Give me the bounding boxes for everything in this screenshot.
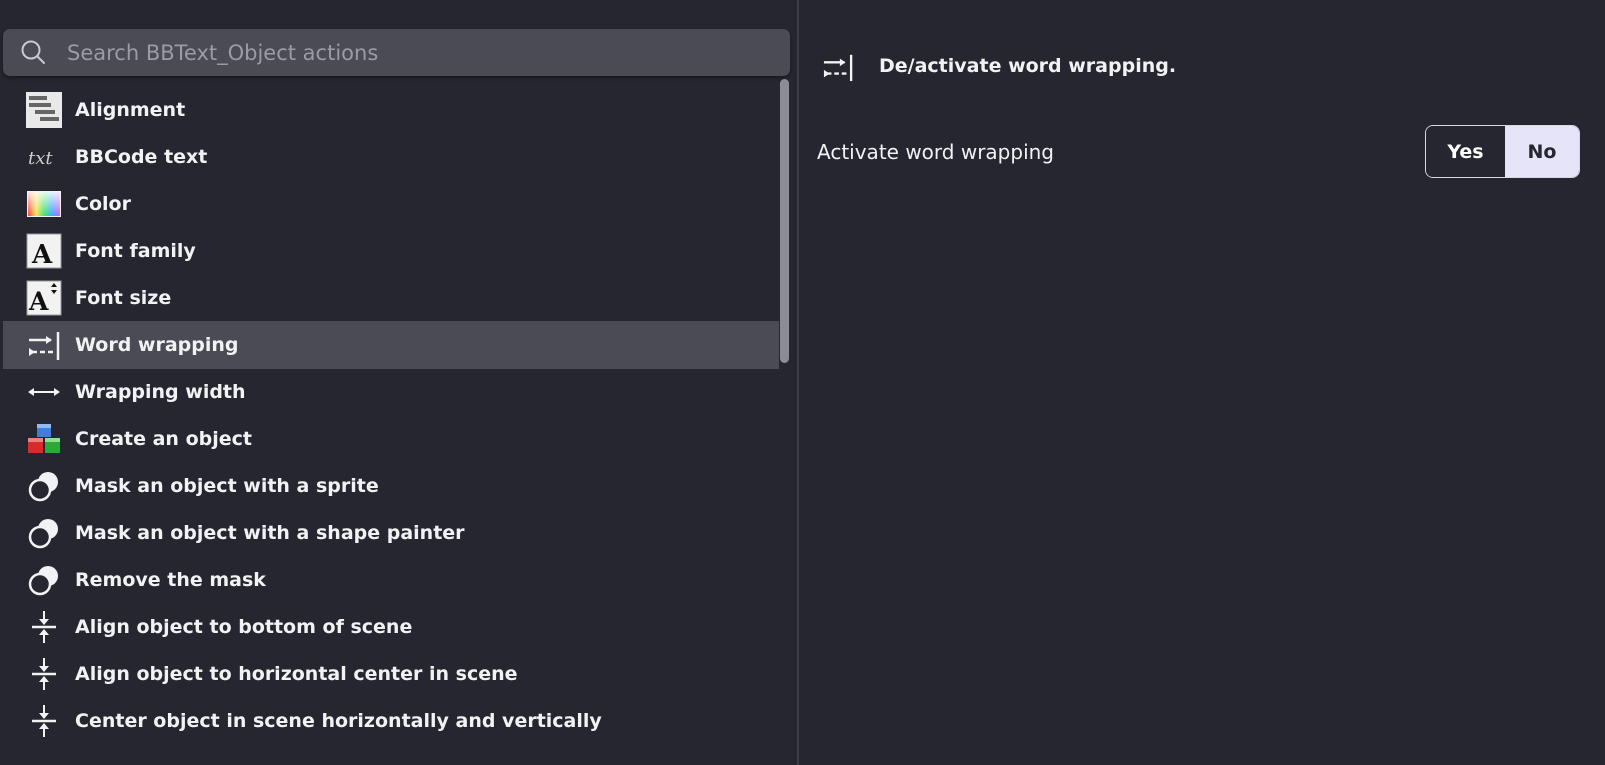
svg-text:A: A [28, 287, 49, 316]
yes-button[interactable]: Yes [1426, 126, 1505, 177]
no-button[interactable]: No [1504, 126, 1579, 177]
action-label: Wrapping width [75, 381, 246, 403]
scrollbar-thumb[interactable] [780, 79, 789, 363]
action-detail-panel: De/activate word wrapping. Activate word… [799, 0, 1605, 765]
action-label: Color [75, 193, 131, 215]
svg-text:txt: txt [28, 148, 53, 169]
mask-icon [26, 515, 62, 551]
action-label: Align object to horizontal center in sce… [75, 663, 518, 685]
action-item-align-horizontal-center[interactable]: Align object to horizontal center in sce… [3, 650, 779, 698]
action-item-color[interactable]: Color [3, 180, 779, 228]
word-wrap-icon [26, 327, 62, 363]
color-gradient-icon [26, 186, 62, 222]
action-item-align-bottom[interactable]: Align object to bottom of scene [3, 603, 779, 651]
action-item-word-wrapping[interactable]: Word wrapping [3, 321, 779, 369]
mask-icon [26, 468, 62, 504]
svg-text:A: A [31, 240, 53, 269]
search-icon [21, 40, 45, 64]
action-label: Create an object [75, 428, 252, 450]
action-item-wrapping-width[interactable]: Wrapping width [3, 368, 779, 416]
yes-no-toggle[interactable]: Yes No [1425, 125, 1580, 178]
align-center-icon [26, 656, 62, 692]
mask-icon [26, 562, 62, 598]
action-item-bbcode-text[interactable]: txt BBCode text [3, 133, 779, 181]
align-center-icon [26, 609, 62, 645]
action-label: Font family [75, 240, 196, 262]
font-family-icon: A [26, 233, 62, 269]
action-label: Remove the mask [75, 569, 266, 591]
word-wrap-icon [823, 54, 853, 82]
action-label: BBCode text [75, 146, 208, 168]
search-bar[interactable] [3, 29, 790, 76]
action-item-create-object[interactable]: Create an object [3, 415, 779, 463]
action-item-remove-mask[interactable]: Remove the mask [3, 556, 779, 604]
search-input[interactable] [67, 29, 767, 76]
font-size-icon: A [26, 280, 62, 316]
actions-panel: Alignment txt BBCode text [0, 0, 793, 765]
action-item-mask-sprite[interactable]: Mask an object with a sprite [3, 462, 779, 510]
action-item-alignment[interactable]: Alignment [3, 86, 779, 134]
action-item-font-family[interactable]: A Font family [3, 227, 779, 275]
action-label: Word wrapping [75, 334, 239, 356]
action-label: Center object in scene horizontally and … [75, 710, 602, 732]
action-item-font-size[interactable]: A Font size [3, 274, 779, 322]
txt-icon: txt [26, 139, 62, 175]
action-description: De/activate word wrapping. [879, 55, 1177, 77]
action-label: Mask an object with a sprite [75, 475, 379, 497]
align-center-icon [26, 703, 62, 739]
action-item-center-object[interactable]: Center object in scene horizontally and … [3, 697, 779, 745]
width-arrow-icon [26, 374, 62, 410]
actions-list: Alignment txt BBCode text Color A Font f… [3, 82, 779, 765]
action-label: Align object to bottom of scene [75, 616, 413, 638]
parameter-label: Activate word wrapping [817, 140, 1054, 164]
alignment-icon [26, 92, 62, 128]
action-label: Font size [75, 287, 172, 309]
action-item-mask-shape-painter[interactable]: Mask an object with a shape painter [3, 509, 779, 557]
action-label: Alignment [75, 99, 186, 121]
create-object-icon [26, 421, 62, 457]
action-label: Mask an object with a shape painter [75, 522, 465, 544]
